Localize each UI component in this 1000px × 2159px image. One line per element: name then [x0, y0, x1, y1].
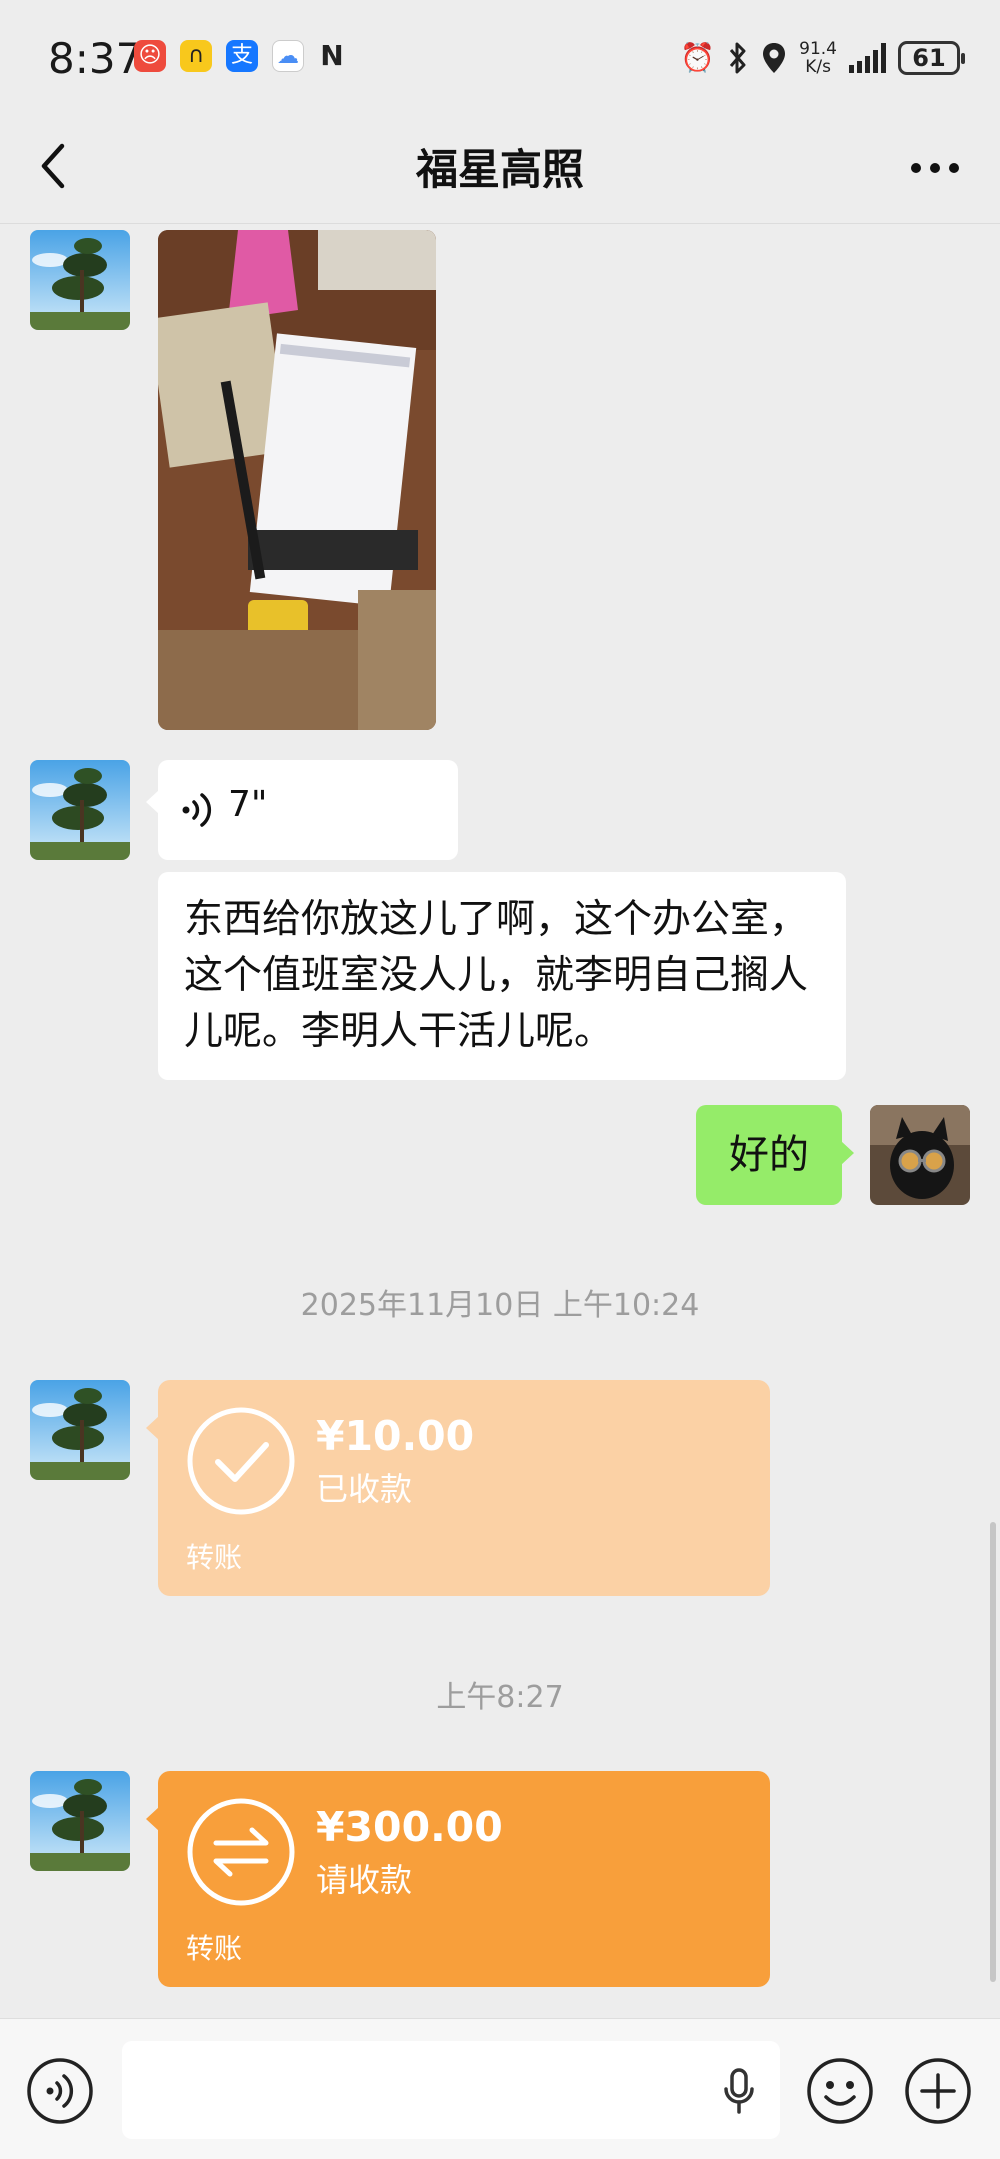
voice-wave-icon	[182, 793, 212, 827]
voice-mode-icon[interactable]	[26, 2057, 94, 2125]
peer-avatar[interactable]	[30, 1771, 130, 1871]
text-message-me[interactable]: 好的	[696, 1105, 854, 1205]
voice-message[interactable]: 7"	[146, 760, 458, 860]
signal-icon	[849, 43, 886, 73]
app-cloud-icon: ☁	[272, 40, 304, 72]
voice-duration: 7"	[228, 784, 268, 825]
plus-icon[interactable]	[904, 2057, 972, 2125]
location-icon	[763, 43, 786, 73]
peer-avatar[interactable]	[30, 1380, 130, 1480]
nfc-icon: N	[320, 39, 344, 72]
chat-header: 福星高照	[0, 110, 1000, 224]
input-bar	[0, 2018, 1000, 2159]
image-message[interactable]	[158, 230, 436, 730]
battery-icon: 61	[898, 41, 965, 75]
transfer-amount: ¥10.00	[316, 1412, 475, 1460]
transfer-arrows-icon	[187, 1798, 295, 1906]
peer-avatar[interactable]	[30, 760, 130, 860]
emoji-icon[interactable]	[806, 2057, 874, 2125]
transfer-card-pending[interactable]: ¥300.00 请收款 转账	[146, 1771, 770, 1987]
bluetooth-icon	[730, 42, 746, 74]
app-red-icon: ☹	[134, 40, 166, 72]
transfer-status: 已收款	[316, 1470, 413, 1508]
text-message-peer[interactable]: 东西给你放这儿了啊，这个办公室，这个值班室没人儿，就李明自己搁人儿呢。李明人干活…	[158, 872, 846, 1080]
more-dots-icon[interactable]	[910, 162, 960, 174]
scrollbar[interactable]	[990, 1522, 996, 1982]
transfer-status: 请收款	[316, 1861, 413, 1899]
alarm-icon: ⏰	[680, 41, 716, 74]
chat-title: 福星高照	[415, 145, 584, 194]
transfer-label: 转账	[186, 1932, 243, 1965]
peer-avatar[interactable]	[30, 230, 130, 330]
transfer-amount: ¥300.00	[316, 1803, 503, 1851]
check-circle-icon	[187, 1407, 295, 1515]
transfer-card-received[interactable]: ¥10.00 已收款 转账	[146, 1380, 770, 1596]
message-timestamp: 上午8:27	[436, 1680, 564, 1715]
battery-level: 61	[912, 44, 946, 72]
alipay-icon: 支	[226, 40, 258, 72]
my-avatar[interactable]	[870, 1105, 970, 1205]
status-time: 8:37	[48, 34, 143, 83]
net-speed: 91.4 K/s	[799, 39, 837, 77]
message-input[interactable]	[122, 2041, 780, 2139]
transfer-label: 转账	[186, 1541, 243, 1574]
app-yellow-icon: ∩	[180, 40, 212, 72]
microphone-icon[interactable]	[722, 2067, 756, 2115]
message-timestamp: 2025年11月10日 上午10:24	[300, 1288, 700, 1323]
status-bar: 8:37 ☹ ∩ 支 ☁ N ⏰ 91.4 K/s 61	[0, 0, 1000, 110]
